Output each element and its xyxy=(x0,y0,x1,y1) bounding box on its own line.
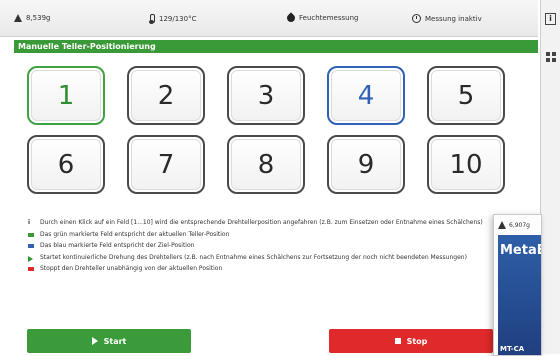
weight-icon xyxy=(14,14,22,22)
weight-status: 8,539g xyxy=(14,14,50,22)
color-square-icon xyxy=(28,267,34,271)
info-icon: i xyxy=(28,219,31,226)
status-bar: 8,539g 129/130°C Feuchtemessung Messung … xyxy=(0,0,538,37)
position-cell-2[interactable]: 2 xyxy=(127,66,205,125)
moisture-label: Feuchtemessung xyxy=(299,14,359,22)
measurement-status: Messung inaktiv xyxy=(412,14,482,23)
legend-text: Stoppt den Drehteller unabhängig von der… xyxy=(40,265,223,272)
legend-item: Startet kontinuierliche Drehung des Dreh… xyxy=(28,254,498,263)
position-cell-7[interactable]: 7 xyxy=(127,135,205,194)
drop-icon xyxy=(285,12,297,24)
legend-text: Durch einen Klick auf ein Feld [1...10] … xyxy=(40,219,483,226)
temperature-value: 129/130°C xyxy=(159,15,197,23)
temperature-status: 129/130°C xyxy=(148,14,196,24)
legend-text: Das grün markierte Feld entspricht der a… xyxy=(40,230,230,238)
start-label: Start xyxy=(103,336,127,346)
legend-item: i Durch einen Klick auf ein Feld [1...10]… xyxy=(28,219,498,228)
right-sidebar: i xyxy=(540,0,560,354)
position-cell-1[interactable]: 1 xyxy=(27,66,105,125)
position-cell-4[interactable]: 4 xyxy=(327,66,405,125)
position-cell-6[interactable]: 6 xyxy=(27,135,105,194)
device-status: 6,907g xyxy=(498,221,530,229)
position-cell-10[interactable]: 10 xyxy=(427,135,505,194)
section-title: Manuelle Teller-Positionierung xyxy=(14,40,538,53)
device-model: MT-CA xyxy=(500,345,525,353)
moisture-status: Feuchtemessung xyxy=(285,12,359,24)
legend-item: Das blau markierte Feld entspricht der Z… xyxy=(28,242,498,251)
stop-icon xyxy=(394,338,401,344)
play-icon xyxy=(91,337,98,345)
device-weight: 6,907g xyxy=(509,221,530,229)
stop-button[interactable]: Stop xyxy=(329,329,493,353)
legend-text: Startet kontinuierliche Drehung des Dreh… xyxy=(40,253,467,261)
legend-item: Das grün markierte Feld entspricht der a… xyxy=(28,231,498,240)
weight-icon xyxy=(498,221,506,229)
start-button[interactable]: Start xyxy=(27,329,191,353)
position-cell-9[interactable]: 9 xyxy=(327,135,405,194)
thermometer-icon xyxy=(148,14,155,24)
device-overlay: 6,907g MetaBr MT-CA xyxy=(493,214,542,356)
color-square-icon xyxy=(28,232,34,237)
legend-text: Das blau markierte Feld entspricht der Z… xyxy=(40,242,195,249)
measurement-label: Messung inaktiv xyxy=(425,14,482,23)
clock-icon xyxy=(412,14,421,23)
position-grid: 1 2 3 4 5 6 7 8 9 10 xyxy=(27,66,541,194)
device-image: MetaBr MT-CA xyxy=(498,235,541,355)
device-brand: MetaBr xyxy=(500,243,541,258)
position-cell-3[interactable]: 3 xyxy=(227,66,305,125)
weight-value: 8,539g xyxy=(26,14,51,22)
grid-menu-icon[interactable] xyxy=(546,52,556,62)
play-icon xyxy=(28,255,33,262)
position-cell-5[interactable]: 5 xyxy=(427,66,505,125)
legend: i Durch einen Klick auf ein Feld [1...10]… xyxy=(28,219,498,277)
info-icon[interactable]: i xyxy=(545,13,556,25)
legend-item: Stoppt den Drehteller unabhängig von der… xyxy=(28,265,498,274)
position-cell-8[interactable]: 8 xyxy=(227,135,305,194)
color-square-icon xyxy=(28,244,34,248)
stop-label: Stop xyxy=(406,336,428,346)
